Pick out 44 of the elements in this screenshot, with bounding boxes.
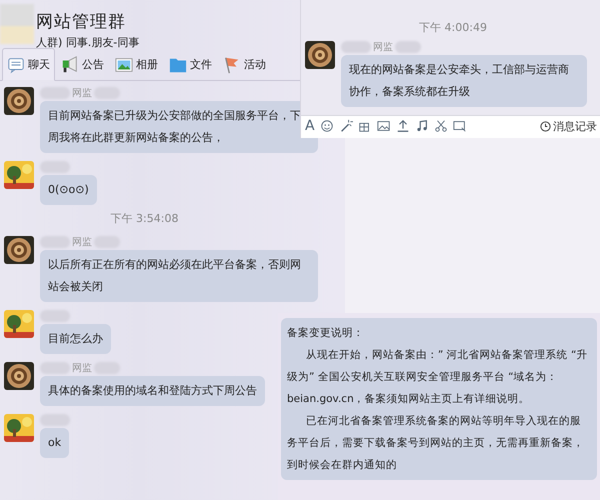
- tab[interactable]: 公告: [56, 48, 109, 81]
- message-bubble: ok: [40, 428, 70, 458]
- photo-icon: [115, 56, 133, 74]
- cartoon-avatar: [4, 310, 34, 338]
- sender-name: 网监: [72, 236, 92, 249]
- flag-icon: [223, 56, 241, 74]
- music-icon[interactable]: [414, 119, 429, 133]
- group-avatar: [0, 4, 34, 44]
- message-bubble: 以后所有正在所有的网站必须在此平台备案，否则网站会被关闭: [40, 250, 318, 302]
- tab[interactable]: 聊天: [2, 48, 55, 81]
- tab[interactable]: 活动: [218, 48, 271, 81]
- image-icon[interactable]: [376, 119, 391, 133]
- megaphone-icon: [61, 56, 79, 74]
- notice-text: 从现在开始，网站备案由：” 河北省网站备案管理系统 “升级为” 全国公安机关互联网安全管理服务平台 “域名为：beian.gov.cn，备案须知网站主页上有详细说明。: [287, 348, 588, 407]
- sender-name: 网监: [373, 41, 393, 54]
- coffee-cup-avatar: [4, 236, 34, 264]
- notice-text: 备案变更说明：: [287, 326, 365, 341]
- coffee-cup-avatar: [4, 362, 34, 390]
- sender-name: 网监: [72, 362, 92, 375]
- cartoon-avatar: [4, 161, 34, 189]
- tab[interactable]: 相册: [110, 48, 163, 81]
- notice-text: 已在河北省备案管理系统备案的网站等明年导入现在的服务平台后，需要下载备案号到网站的主页，无需再重新备案，到时候会在群内通知的: [287, 414, 585, 473]
- upload-icon[interactable]: [396, 119, 410, 133]
- message-bubble: 0(⊙o⊙): [40, 175, 97, 205]
- history-button[interactable]: 消息记录: [540, 118, 597, 134]
- magic-wand-icon[interactable]: [338, 119, 353, 133]
- coffee-cup-avatar: [4, 87, 34, 115]
- folder-icon: [169, 56, 187, 74]
- font-button[interactable]: A: [305, 118, 315, 134]
- group-subtitle: 人群) 同事.朋友-同事: [36, 35, 140, 50]
- timestamp: 下午 3:54:08: [110, 211, 180, 226]
- timestamp: 下午 4:00:49: [418, 20, 488, 35]
- cartoon-avatar: [4, 414, 34, 442]
- chat-icon: [7, 56, 25, 74]
- clock-icon: [540, 120, 551, 132]
- scissors-icon[interactable]: [434, 119, 448, 133]
- sender-name: 网监: [72, 87, 92, 100]
- tab[interactable]: 文件: [164, 48, 217, 81]
- message-bubble: 具体的备案使用的域名和登陆方式下周公告: [40, 376, 265, 406]
- message-bubble: 现在的网站备案是公安牵头，工信部与运营商协作，备案系统都在升级: [341, 55, 587, 107]
- group-title: 网站管理群: [36, 11, 127, 33]
- coffee-cup-avatar: [305, 41, 335, 69]
- message-bubble: 目前怎么办: [40, 324, 111, 354]
- emoji-icon[interactable]: [320, 119, 334, 133]
